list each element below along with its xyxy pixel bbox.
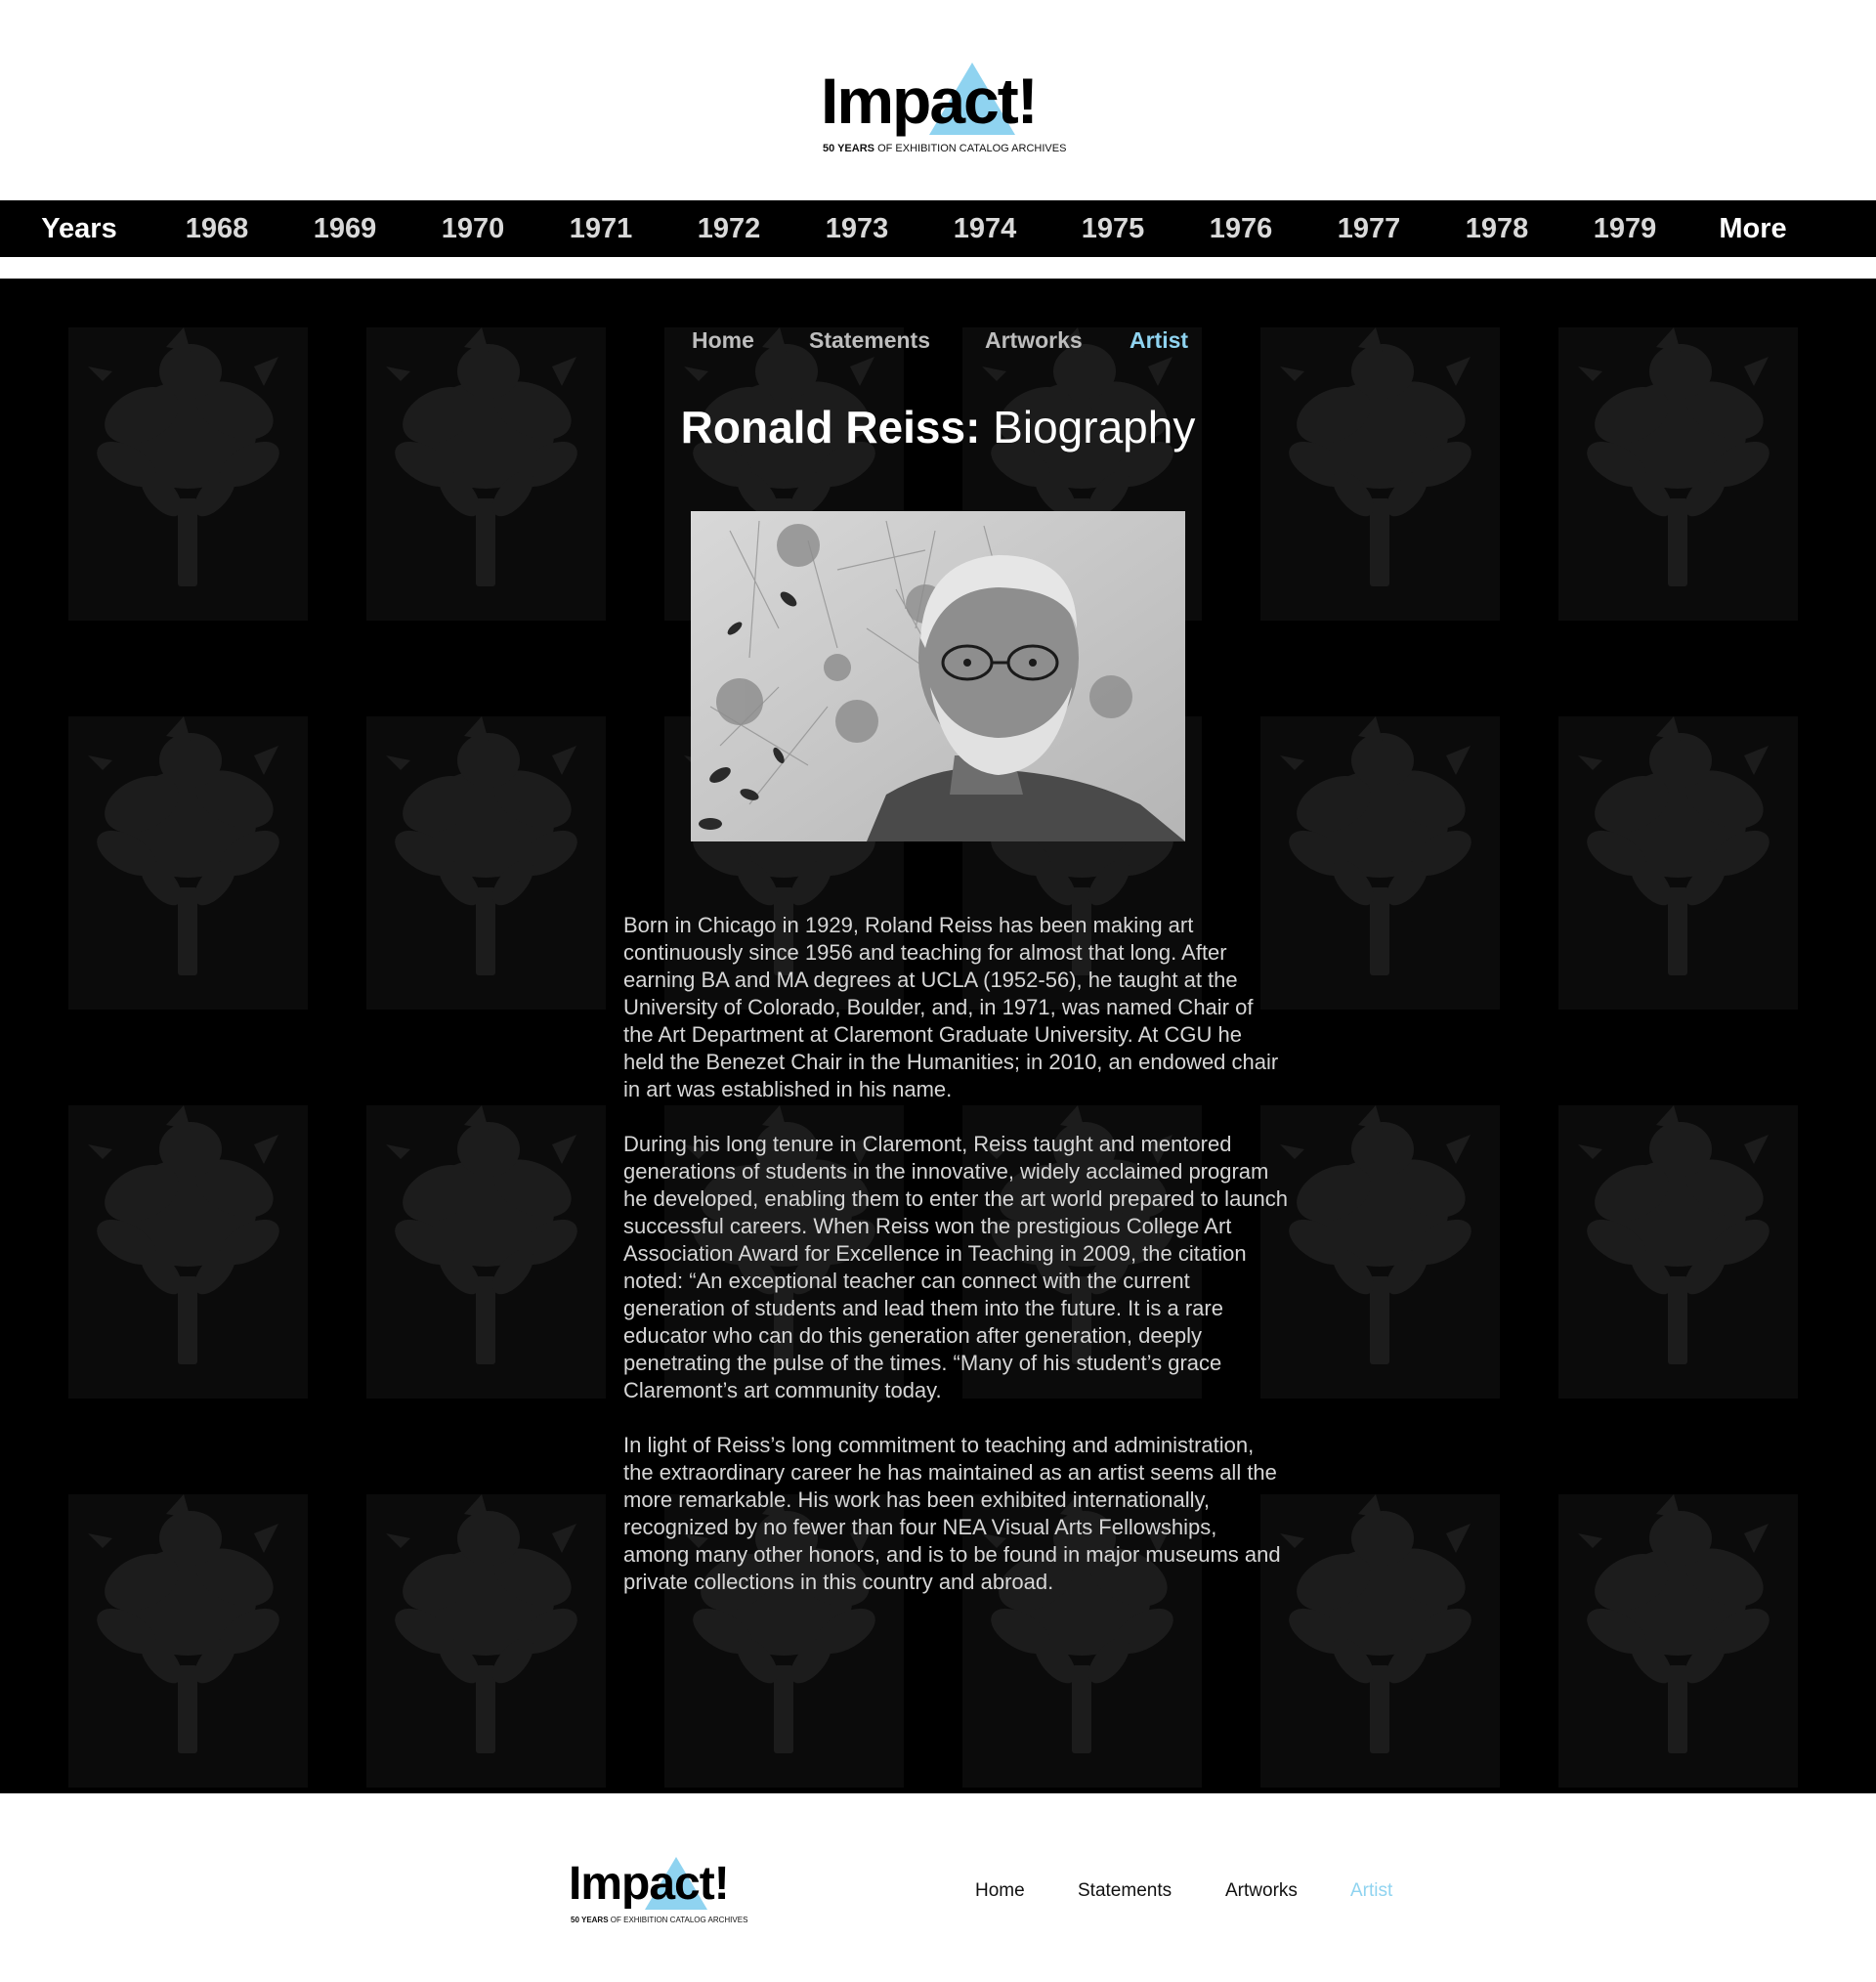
year-nav-1969[interactable]: 1969 xyxy=(304,200,386,257)
footer-logo[interactable]: Impact! 50 YEARS OF EXHIBITION CATALOG A… xyxy=(569,1857,747,1927)
logo-tag-rest: OF EXHIBITION CATALOG ARCHIVES xyxy=(877,143,1067,154)
logo-tag-bold: 50 YEARS xyxy=(571,1916,609,1924)
year-nav-1976[interactable]: 1976 xyxy=(1200,200,1282,257)
page-title: Ronald Reiss: Biography xyxy=(0,401,1876,453)
background-flower-tile xyxy=(1260,1105,1500,1399)
year-nav-bar: Years 1968 1969 1970 1971 1972 1973 1974… xyxy=(0,200,1876,257)
logo-tagline: 50 YEARS OF EXHIBITION CATALOG ARCHIVES xyxy=(823,143,1066,154)
artist-portrait xyxy=(691,511,1185,841)
subnav-artist[interactable]: Artist xyxy=(1130,327,1188,354)
year-nav-1973[interactable]: 1973 xyxy=(816,200,898,257)
year-nav-1978[interactable]: 1978 xyxy=(1456,200,1538,257)
bio-paragraph: During his long tenure in Claremont, Rei… xyxy=(623,1132,1289,1402)
background-flower-tile xyxy=(68,716,308,1010)
footer-nav-home[interactable]: Home xyxy=(975,1880,1025,1902)
background-flower-tile xyxy=(1558,716,1798,1010)
background-flower-tile xyxy=(1260,327,1500,621)
biography-text: Born in Chicago in 1929, Roland Reiss ha… xyxy=(623,912,1288,1623)
background-flower-tile xyxy=(366,327,606,621)
year-nav-1977[interactable]: 1977 xyxy=(1328,200,1410,257)
year-nav-years[interactable]: Years xyxy=(35,200,123,257)
footer-nav-statements[interactable]: Statements xyxy=(1078,1880,1172,1902)
year-nav-1972[interactable]: 1972 xyxy=(688,200,770,257)
background-flower-tile xyxy=(1558,1494,1798,1788)
background-flower-tile xyxy=(1558,1105,1798,1399)
year-nav-1979[interactable]: 1979 xyxy=(1584,200,1666,257)
year-nav-1974[interactable]: 1974 xyxy=(944,200,1026,257)
main-content: Home Statements Artworks Artist Ronald R… xyxy=(0,279,1876,1793)
background-flower-tile xyxy=(366,716,606,1010)
subnav-artworks[interactable]: Artworks xyxy=(985,327,1083,354)
background-flower-tile xyxy=(366,1494,606,1788)
footer-nav-artist[interactable]: Artist xyxy=(1350,1880,1392,1902)
year-nav-more[interactable]: More xyxy=(1712,200,1794,257)
sub-nav: Home Statements Artworks Artist xyxy=(0,327,1876,357)
footer-nav-artworks[interactable]: Artworks xyxy=(1225,1880,1298,1902)
page-title-rest: Biography xyxy=(980,402,1196,452)
background-flower-tile xyxy=(1260,1494,1500,1788)
year-nav-1968[interactable]: 1968 xyxy=(176,200,258,257)
background-flower-tile xyxy=(68,327,308,621)
logo-wordmark: Impact! xyxy=(569,1858,730,1910)
background-flower-tile xyxy=(68,1494,308,1788)
year-nav-1975[interactable]: 1975 xyxy=(1072,200,1154,257)
logo-wordmark: Impact! xyxy=(821,65,1039,137)
page-title-name: Ronald Reiss: xyxy=(680,402,981,452)
site-logo[interactable]: Impact! 50 YEARS OF EXHIBITION CATALOG A… xyxy=(821,61,1066,163)
background-flower-tile xyxy=(68,1105,308,1399)
year-nav-1971[interactable]: 1971 xyxy=(560,200,642,257)
year-nav-1970[interactable]: 1970 xyxy=(432,200,514,257)
bio-paragraph: Born in Chicago in 1929, Roland Reiss ha… xyxy=(623,913,1279,1101)
subnav-statements[interactable]: Statements xyxy=(809,327,930,354)
logo-tag-rest: OF EXHIBITION CATALOG ARCHIVES xyxy=(610,1916,748,1924)
background-flower-tile xyxy=(1260,716,1500,1010)
background-flower-tile xyxy=(366,1105,606,1399)
logo-tagline: 50 YEARS OF EXHIBITION CATALOG ARCHIVES xyxy=(571,1916,747,1924)
subnav-home[interactable]: Home xyxy=(692,327,754,354)
background-flower-tile xyxy=(1558,327,1798,621)
bio-paragraph: In light of Reiss’s long commitment to t… xyxy=(623,1433,1281,1594)
logo-tag-bold: 50 YEARS xyxy=(823,143,874,154)
